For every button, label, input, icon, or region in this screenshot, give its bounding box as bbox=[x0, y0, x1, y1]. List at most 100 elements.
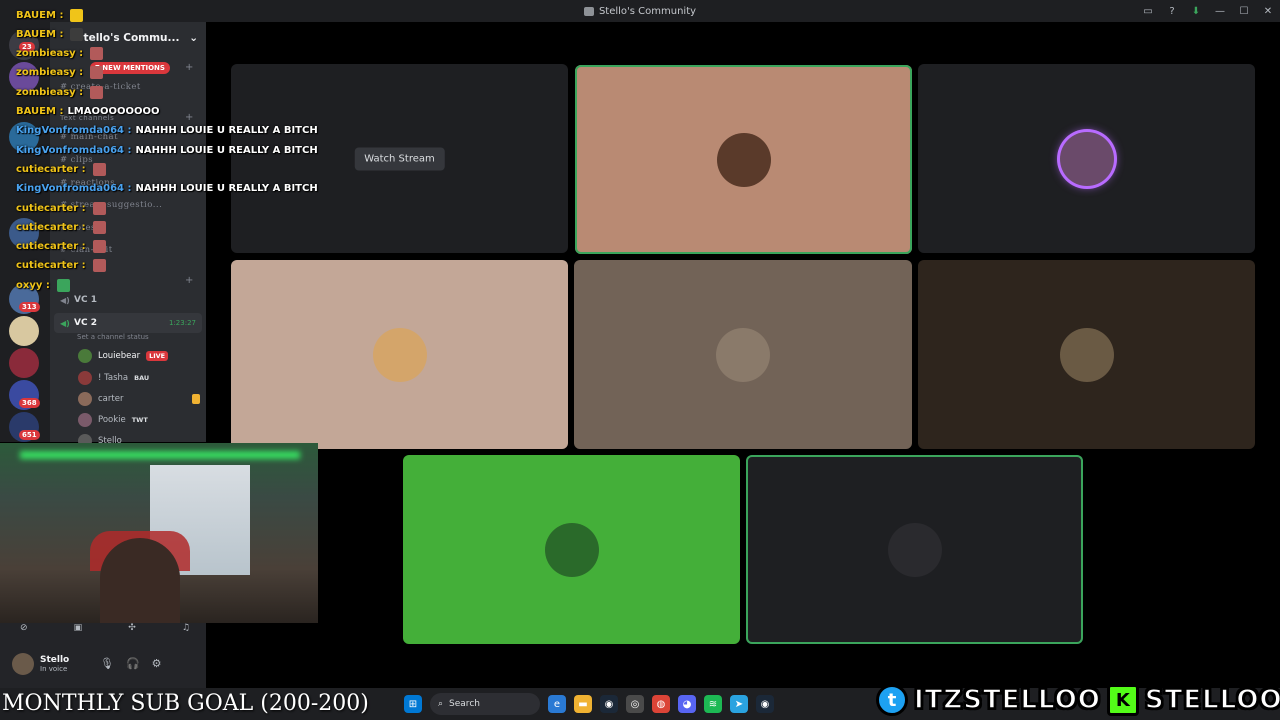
kick-icon: K bbox=[1106, 684, 1139, 716]
voice-controls: ⊘ ▣ ✣ ♫ bbox=[20, 623, 190, 633]
webcam-feed bbox=[0, 443, 318, 623]
help-icon[interactable]: ? bbox=[1160, 0, 1184, 22]
inbox-icon[interactable]: ▭ bbox=[1136, 0, 1160, 22]
participant-tile[interactable] bbox=[231, 260, 568, 449]
sub-goal-text: MONTHLY SUB GOAL (200-200) bbox=[2, 691, 369, 716]
voice-member[interactable]: carter bbox=[78, 390, 200, 408]
add-channel-icon[interactable]: + bbox=[185, 62, 193, 73]
add-channel-icon[interactable]: + bbox=[185, 275, 193, 286]
voice-channel-vc2[interactable]: ◀) VC 2 1:23:27 bbox=[54, 313, 202, 333]
avatar bbox=[1059, 131, 1114, 186]
avatar bbox=[372, 327, 427, 382]
settings-gear-icon[interactable]: ⚙ bbox=[152, 657, 162, 670]
search-icon: ⌕ bbox=[438, 699, 444, 709]
camera-off-icon[interactable]: ⊘ bbox=[20, 623, 28, 633]
avatar bbox=[78, 392, 92, 406]
app-icon[interactable]: ◎ bbox=[626, 695, 644, 713]
minimize-button[interactable]: — bbox=[1208, 0, 1232, 22]
streamer bbox=[100, 538, 180, 623]
kick-handle: STELLOOO bbox=[1144, 684, 1280, 716]
chat-message: KingVonfromda064 : NAHHH LOUIE U REALLY A… bbox=[16, 141, 318, 159]
server-badge: 313 bbox=[19, 302, 40, 312]
participant-tile[interactable] bbox=[918, 64, 1255, 253]
user-status: In voice bbox=[40, 665, 68, 673]
avatar bbox=[78, 413, 92, 427]
server-badge: 651 bbox=[19, 430, 40, 440]
chat-message: BAUEM : LMAOOOOOOOO bbox=[16, 103, 160, 121]
chat-message: cutiecarter : bbox=[16, 218, 106, 236]
chat-message: cutiecarter : bbox=[16, 257, 106, 275]
avatar bbox=[544, 522, 599, 577]
chat-message: KingVonfromda064 : NAHHH LOUIE U REALLY A… bbox=[16, 180, 318, 198]
voice-stage: Watch Stream bbox=[206, 22, 1280, 688]
emote-icon bbox=[92, 259, 106, 273]
participant-tile[interactable] bbox=[403, 455, 740, 644]
discord-app-icon bbox=[583, 6, 594, 16]
window-title: Stello's Community bbox=[598, 5, 697, 17]
chat-message: BAUEM : bbox=[16, 25, 84, 43]
chat-message: BAUEM : bbox=[16, 6, 84, 24]
avatar bbox=[716, 327, 770, 382]
voice-channel-vc1[interactable]: ◀) VC 1 bbox=[54, 290, 202, 310]
chat-message: cutiecarter : bbox=[16, 160, 106, 178]
speaker-icon: ◀) bbox=[60, 319, 70, 328]
chat-username: zombieasy : bbox=[16, 48, 84, 60]
chat-message: cutiecarter : bbox=[16, 199, 106, 217]
twitter-icon: t bbox=[876, 684, 908, 716]
chat-username: BAUEM : bbox=[16, 28, 64, 40]
window-titlebar: Stello's Community ▭ ? ⬇ — ☐ ✕ bbox=[0, 0, 1280, 22]
server-icon[interactable] bbox=[9, 348, 39, 378]
voice-member[interactable]: Louiebear LIVE bbox=[78, 347, 200, 365]
vc-timer: 1:23:27 bbox=[169, 319, 196, 327]
discord-icon[interactable]: ◕ bbox=[678, 695, 696, 713]
participant-tile[interactable] bbox=[746, 455, 1083, 644]
chat-message: zombieasy : bbox=[16, 64, 104, 82]
emote-icon bbox=[92, 220, 106, 234]
chrome-icon[interactable]: ◍ bbox=[652, 695, 670, 713]
username: Stello bbox=[40, 655, 70, 665]
server-name: Stello's Commu... bbox=[76, 32, 180, 44]
headphones-icon[interactable]: 🎧 bbox=[126, 657, 140, 670]
folder-icon[interactable]: ▬ bbox=[574, 695, 592, 713]
telegram-icon[interactable]: ➤ bbox=[730, 695, 748, 713]
server-badge: 368 bbox=[19, 398, 40, 408]
maximize-button[interactable]: ☐ bbox=[1232, 0, 1256, 22]
spotify-icon[interactable]: ≋ bbox=[704, 695, 722, 713]
chat-username: cutiecarter : bbox=[16, 163, 86, 175]
chat-message: KingVonfromda064 : NAHHH LOUIE U REALLY A… bbox=[16, 122, 318, 140]
chat-username: cutiecarter : bbox=[16, 202, 86, 214]
close-button[interactable]: ✕ bbox=[1256, 0, 1280, 22]
activity-icon[interactable]: ✣ bbox=[128, 623, 136, 633]
speaker-icon: ◀) bbox=[60, 296, 70, 305]
taskbar-search[interactable]: ⌕ Search bbox=[430, 693, 540, 715]
voice-member[interactable]: Pookie TWT bbox=[78, 411, 200, 429]
chat-username: zombieasy : bbox=[16, 86, 84, 98]
channel-status-prompt[interactable]: Set a channel status bbox=[77, 333, 149, 341]
stream-overlay: Stello's Community ▭ ? ⬇ — ☐ ✕ 23 313 36… bbox=[0, 0, 1280, 720]
chat-username: oxyy : bbox=[16, 279, 50, 291]
steam-icon[interactable]: ◉ bbox=[756, 695, 774, 713]
microphone-icon[interactable]: 🎙 bbox=[100, 657, 114, 670]
participant-tile[interactable] bbox=[918, 260, 1255, 449]
windows-start-icon[interactable]: ⊞ bbox=[404, 695, 422, 713]
screen-share-icon[interactable]: ▣ bbox=[74, 623, 83, 633]
watch-stream-button[interactable]: Watch Stream bbox=[354, 147, 445, 170]
participant-tile[interactable] bbox=[575, 65, 912, 254]
chat-message: oxyy : bbox=[16, 276, 70, 294]
chat-text: NAHHH LOUIE U REALLY A BITCH bbox=[135, 144, 318, 156]
emote-icon bbox=[70, 8, 84, 22]
live-badge: LIVE bbox=[146, 351, 169, 361]
server-icon[interactable] bbox=[9, 316, 39, 346]
social-handles: t ITZSTELLOO K STELLOOO bbox=[876, 682, 1280, 718]
participant-tile[interactable] bbox=[574, 260, 912, 449]
chat-username: cutiecarter : bbox=[16, 221, 86, 233]
soundboard-icon[interactable]: ♫ bbox=[182, 623, 190, 633]
voice-member[interactable]: ! Tasha BAU bbox=[78, 369, 200, 387]
avatar bbox=[78, 371, 92, 385]
chat-text: NAHHH LOUIE U REALLY A BITCH bbox=[135, 125, 318, 137]
steam-icon[interactable]: ◉ bbox=[600, 695, 618, 713]
download-icon[interactable]: ⬇ bbox=[1184, 0, 1208, 22]
clan-tag: TWT bbox=[131, 416, 148, 424]
current-user[interactable]: Stello In voice bbox=[12, 653, 69, 675]
edge-icon[interactable]: e bbox=[548, 695, 566, 713]
